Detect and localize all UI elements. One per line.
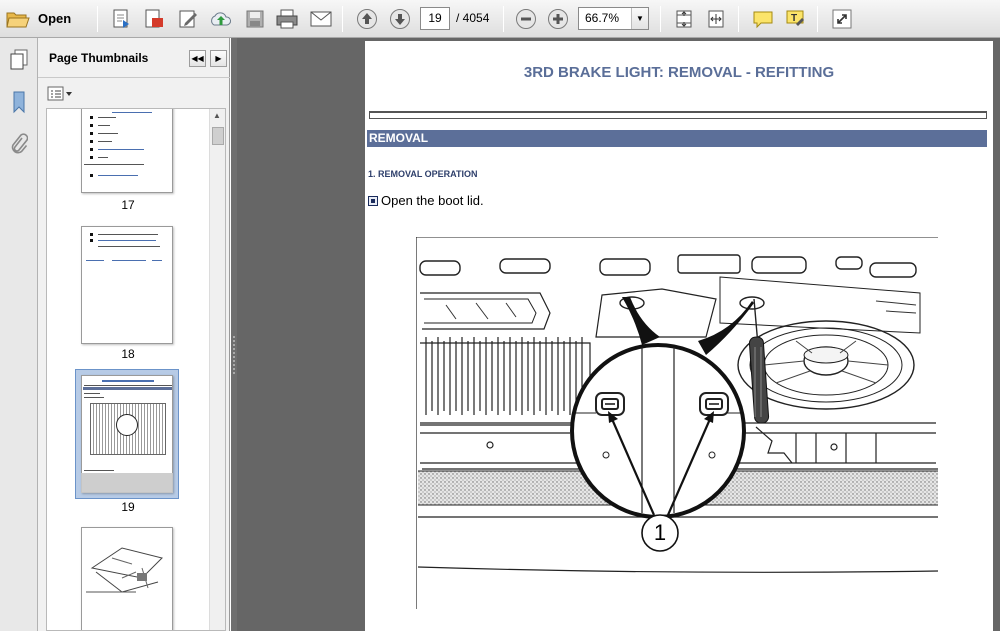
thumbnail-label: 18 [121,347,135,361]
thumbnail-viewport-indicator [81,473,173,493]
collapse-panel-button[interactable]: ◀◀ [189,50,206,67]
toolbar-separator [817,6,818,32]
scroll-up-icon[interactable]: ▲ [213,111,221,120]
edit-pdf-icon [179,10,197,27]
instruction-item: Open the boot lid. [368,193,484,208]
comment-button[interactable] [749,5,777,32]
page-number-input[interactable]: 19 [420,7,450,30]
bookmarks-tab[interactable] [8,88,30,116]
zoom-out-icon [516,8,536,29]
open-button[interactable]: Open [6,5,80,32]
export-pdf-icon [145,9,163,27]
previous-page-button[interactable] [353,5,381,32]
splitter-grip[interactable] [233,336,235,376]
svg-text:T: T [791,13,797,24]
options-menu-icon [47,86,72,101]
zoom-value: 66.7% [585,11,620,25]
zoom-in-button[interactable] [544,5,572,32]
document-page: 3RD BRAKE LIGHT: REMOVAL - REFITTING REM… [365,41,993,631]
edit-pdf-button[interactable] [174,5,202,32]
toolbar-separator [660,6,661,32]
create-pdf-icon [113,9,129,28]
page-thumbnails-tab[interactable] [8,46,30,74]
thumbnail-label: 17 [121,198,135,212]
upload-button[interactable] [207,5,235,32]
email-icon [310,11,332,26]
thumbnails-panel: Page Thumbnails ◀◀ ▶ 17 18 19 ▲ [38,38,230,631]
fit-page-button[interactable] [670,5,698,32]
bookmarks-icon [13,91,25,114]
close-panel-button[interactable]: ▶ [210,50,227,67]
thumbnail-diagram [86,547,163,593]
attachments-tab[interactable] [8,130,30,158]
page-title: 3RD BRAKE LIGHT: REMOVAL - REFITTING [523,64,835,81]
attachments-icon [11,133,28,154]
save-icon [246,10,264,27]
next-page-icon [390,8,410,29]
step-heading: 1. REMOVAL OPERATION [368,169,478,179]
double-chevron-left-icon: ◀◀ [191,54,204,63]
thumbnail-page-20[interactable] [81,527,173,630]
thumbnail-list[interactable]: 17 18 19 ▲ [46,108,226,631]
callout-number: 1 [653,520,667,545]
upload-icon [211,11,231,25]
fullscreen-icon [832,9,852,28]
save-button[interactable] [241,5,269,32]
create-pdf-button[interactable] [108,5,136,32]
zoom-out-button[interactable] [512,5,540,32]
comment-icon [753,11,773,28]
thumbnail-options-button[interactable] [47,85,73,103]
open-label: Open [38,11,72,26]
print-icon [276,9,298,28]
instruction-text: Open the boot lid. [381,193,484,208]
toolbar-separator [97,6,98,32]
toolbar-separator [342,6,343,32]
zoom-in-icon [548,8,568,29]
fit-width-icon [708,10,724,27]
chevron-down-icon[interactable]: ▼ [631,8,648,29]
export-pdf-button[interactable] [140,5,168,32]
toolbar: Open 19 / 4054 66.7% ▼ T [0,0,1000,38]
fit-page-icon [676,10,692,27]
folder-open-icon [6,12,30,27]
thumbnail-scrollbar[interactable]: ▲ [209,109,225,630]
section-header: REMOVAL [367,130,987,147]
title-rule [369,111,987,119]
technical-illustration [416,237,938,609]
panel-header: Page Thumbnails ◀◀ ▶ [38,38,230,78]
highlight-button[interactable]: T [781,5,809,32]
page-thumbnails-icon [10,49,28,70]
thumbnail-label: 19 [121,500,135,514]
thumbnail-page-17[interactable] [81,109,173,193]
fullscreen-button[interactable] [828,5,856,32]
chevron-right-icon: ▶ [215,54,222,63]
toolbar-separator [738,6,739,32]
fit-width-button[interactable] [702,5,730,32]
toolbar-separator [503,6,504,32]
previous-page-icon [357,8,377,29]
panel-title: Page Thumbnails [49,51,149,65]
email-button[interactable] [306,5,336,32]
next-page-button[interactable] [386,5,414,32]
highlight-icon: T [786,10,804,26]
navigation-rail [0,38,38,631]
bullet-icon [368,195,378,206]
page-total: / 4054 [456,11,490,25]
print-button[interactable] [272,5,302,32]
scrollbar-thumb[interactable] [212,127,224,145]
document-viewer[interactable]: 3RD BRAKE LIGHT: REMOVAL - REFITTING REM… [237,38,1000,631]
zoom-select[interactable]: 66.7% ▼ [578,7,649,30]
thumbnail-page-18[interactable] [81,226,173,344]
